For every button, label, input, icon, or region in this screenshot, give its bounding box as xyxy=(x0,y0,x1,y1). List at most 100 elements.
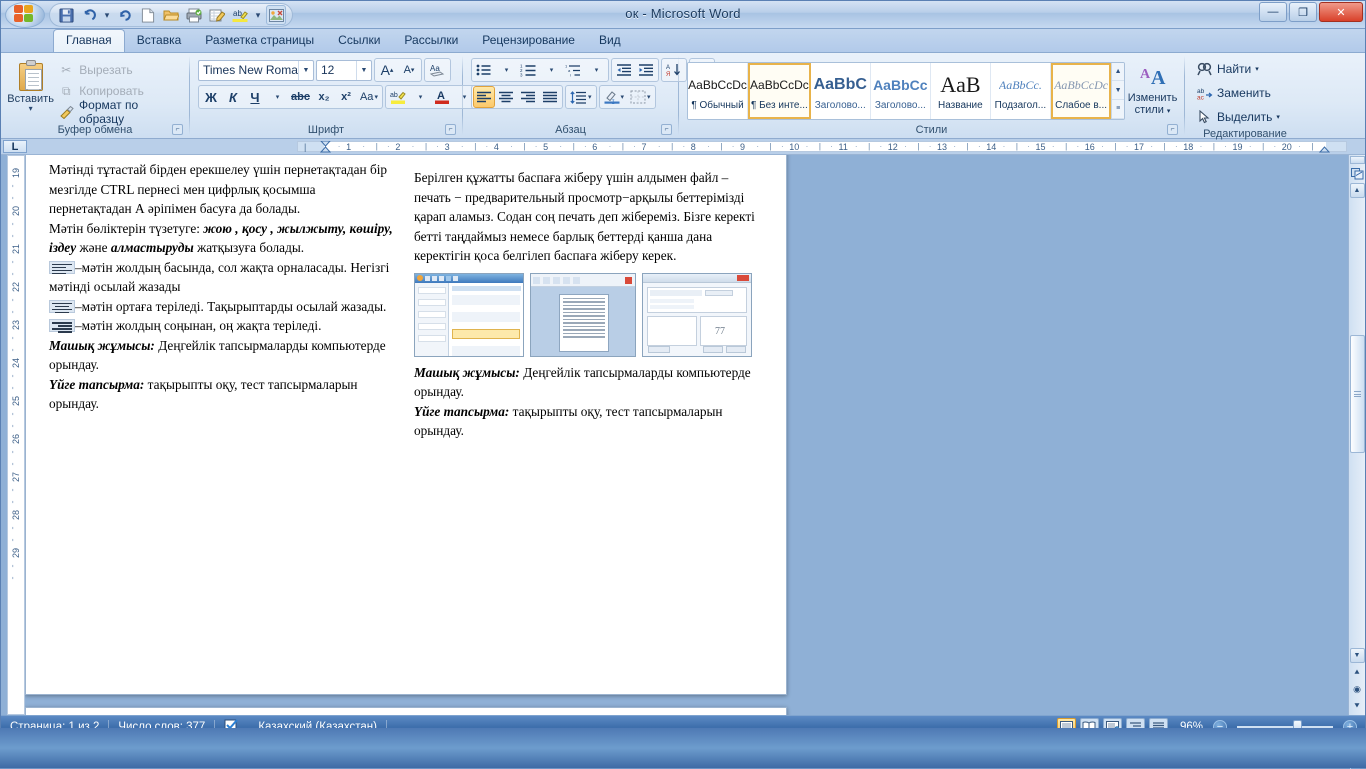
superscript-button[interactable]: x² xyxy=(335,86,357,108)
start-button[interactable] xyxy=(2,740,42,768)
zoom-in-button[interactable]: + xyxy=(1343,720,1357,734)
bullets-dropdown-icon[interactable]: ▾ xyxy=(495,59,517,81)
proofing-status[interactable] xyxy=(215,718,249,736)
text-highlight-dropdown-icon[interactable]: ▾ xyxy=(409,86,431,108)
paste-button[interactable]: Вставить ▾ xyxy=(5,58,56,112)
multilevel-list-dropdown-icon[interactable]: ▾ xyxy=(585,59,607,81)
word-count[interactable]: Число слов: 377 xyxy=(109,718,214,736)
font-color-button[interactable]: A xyxy=(431,86,453,108)
vertical-ruler[interactable]: 19--20--21--22--23--24--25--26--27--28--… xyxy=(7,155,25,715)
taskbar-app-orange[interactable] xyxy=(122,741,156,767)
right-indent-marker-icon[interactable] xyxy=(1319,146,1330,153)
font-name-combo[interactable]: Times New Roman ▼ xyxy=(198,60,314,81)
clear-formatting-button[interactable]: Aa xyxy=(426,59,449,81)
device-icon[interactable] xyxy=(1256,746,1272,762)
full-screen-reading-view-button[interactable] xyxy=(1080,718,1099,735)
document-page-2[interactable]: Бекіту: 1.Мәтінді теру және түзету ереже… xyxy=(25,707,787,715)
scroll-down-button[interactable]: ▼ xyxy=(1350,648,1365,663)
font-name-dropdown-icon[interactable]: ▼ xyxy=(298,61,313,80)
paragraph-dialog-launcher[interactable]: ⌐ xyxy=(661,124,672,135)
web-layout-view-button[interactable] xyxy=(1103,718,1122,735)
align-center-icon[interactable] xyxy=(495,86,517,108)
language-indicator[interactable]: Казахский (Казахстан) xyxy=(249,718,386,736)
find-button[interactable]: Найти ▾ xyxy=(1193,58,1263,79)
scroll-up-button[interactable]: ▲ xyxy=(1350,183,1365,198)
taskbar-media-player[interactable] xyxy=(46,741,80,767)
style-no-spacing[interactable]: AaBbCcDc ¶ Без инте... xyxy=(748,63,811,119)
next-page-button[interactable]: ⯆ xyxy=(1350,699,1365,714)
tab-home[interactable]: Главная xyxy=(53,29,125,52)
line-spacing-icon[interactable]: ▾ xyxy=(567,86,595,108)
select-dropdown-icon[interactable]: ▾ xyxy=(1276,113,1280,121)
shrink-font-button[interactable]: A▾ xyxy=(398,59,420,81)
bold-button[interactable]: Ж xyxy=(200,86,222,108)
text-highlight-button[interactable]: ab xyxy=(387,86,409,108)
align-left-icon[interactable] xyxy=(473,86,495,108)
clipboard-dialog-launcher[interactable]: ⌐ xyxy=(172,124,183,135)
taskbar-clock[interactable]: 21:51 xyxy=(1304,747,1338,761)
increase-indent-icon[interactable] xyxy=(635,59,657,81)
borders-icon[interactable]: ▾ xyxy=(627,86,654,108)
close-button[interactable]: ✕ xyxy=(1319,2,1363,22)
taskbar-opera[interactable] xyxy=(198,741,232,767)
show-desktop-button[interactable] xyxy=(1350,739,1360,769)
print-layout-view-button[interactable] xyxy=(1057,718,1076,735)
show-hidden-icons-button[interactable]: ▲ xyxy=(1184,746,1200,762)
page-indicator[interactable]: Страница: 1 из 2 xyxy=(1,718,108,736)
shading-icon[interactable]: ▾ xyxy=(601,86,628,108)
select-button[interactable]: Выделить ▾ xyxy=(1193,106,1284,127)
numbering-icon[interactable]: 123 xyxy=(517,59,540,81)
style-normal[interactable]: AaBbCcDc ¶ Обычный xyxy=(688,63,748,119)
browse-object-icon[interactable] xyxy=(1350,166,1365,181)
taskbar-explorer[interactable] xyxy=(236,741,270,767)
styles-scroll-up-button[interactable]: ▲ xyxy=(1112,63,1124,82)
horizontal-ruler[interactable]: |1··|2··|3··|4··|5··|6··|7··|8··|9··|10·… xyxy=(297,141,1347,152)
font-size-dropdown-icon[interactable]: ▼ xyxy=(356,61,371,80)
split-window-button[interactable] xyxy=(1350,156,1365,164)
zoom-level[interactable]: 96% xyxy=(1172,721,1209,733)
style-heading-1[interactable]: AaBbC Заголово... xyxy=(811,63,871,119)
bullets-icon[interactable] xyxy=(473,59,495,81)
cut-button[interactable]: ✂ Вырезать xyxy=(58,61,185,79)
indent-marker-icon[interactable] xyxy=(320,141,331,153)
maximize-button[interactable]: ❐ xyxy=(1289,2,1317,22)
decrease-indent-icon[interactable] xyxy=(613,59,635,81)
underline-dropdown-icon[interactable]: ▾ xyxy=(266,86,288,108)
change-case-button[interactable]: Aa▾ xyxy=(357,86,381,108)
replace-button[interactable]: abac Заменить xyxy=(1193,82,1275,103)
page1-right-column[interactable]: басамыз. Берілген құжатты баспаға жіберу… xyxy=(414,155,766,441)
font-dialog-launcher[interactable]: ⌐ xyxy=(445,124,456,135)
tab-mailings[interactable]: Рассылки xyxy=(392,30,470,52)
previous-page-button[interactable]: ⯅ xyxy=(1350,665,1365,680)
language-indicator-tray[interactable]: KK xyxy=(1161,748,1176,760)
scrollbar-thumb[interactable] xyxy=(1350,335,1365,453)
document-page-1[interactable]: Мәтінді тұтастай бірден ерекшелеу үшін п… xyxy=(25,155,787,695)
tab-review[interactable]: Рецензирование xyxy=(470,30,587,52)
grow-font-button[interactable]: A▴ xyxy=(376,59,398,81)
style-subtitle[interactable]: AaBbCc. Подзагол... xyxy=(991,63,1051,119)
font-size-combo[interactable]: 12 ▼ xyxy=(316,60,372,81)
styles-scroll-down-button[interactable]: ▼ xyxy=(1112,81,1124,100)
action-center-flag-icon[interactable] xyxy=(1232,746,1248,762)
volume-icon[interactable] xyxy=(1280,746,1296,762)
zoom-out-button[interactable]: − xyxy=(1213,720,1227,734)
tab-view[interactable]: Вид xyxy=(587,30,633,52)
select-browse-object-button[interactable]: ◉ xyxy=(1350,682,1365,697)
document-canvas[interactable]: Мәтінді тұтастай бірден ерекшелеу үшін п… xyxy=(25,155,1348,715)
network-error-icon[interactable] xyxy=(1208,746,1224,762)
style-title[interactable]: AaB Название xyxy=(931,63,991,119)
tab-references[interactable]: Ссылки xyxy=(326,30,392,52)
page1-left-column[interactable]: Мәтінді тұтастай бірден ерекшелеу үшін п… xyxy=(49,160,401,414)
tab-page-layout[interactable]: Разметка страницы xyxy=(193,30,326,52)
styles-dialog-launcher[interactable]: ⌐ xyxy=(1167,124,1178,135)
align-right-icon[interactable] xyxy=(517,86,539,108)
tab-stop-selector[interactable]: L xyxy=(3,140,27,153)
paste-dropdown-icon[interactable]: ▾ xyxy=(29,105,33,112)
numbering-dropdown-icon[interactable]: ▾ xyxy=(540,59,562,81)
vertical-scrollbar[interactable]: ▲ ▼ ⯅ ◉ ⯆ xyxy=(1348,155,1365,715)
justify-icon[interactable] xyxy=(539,86,561,108)
strikethrough-button[interactable]: abc xyxy=(288,86,313,108)
zoom-slider-knob[interactable] xyxy=(1293,720,1302,733)
style-heading-2[interactable]: AaBbCc Заголово... xyxy=(871,63,931,119)
format-painter-button[interactable]: Формат по образцу xyxy=(58,103,185,121)
